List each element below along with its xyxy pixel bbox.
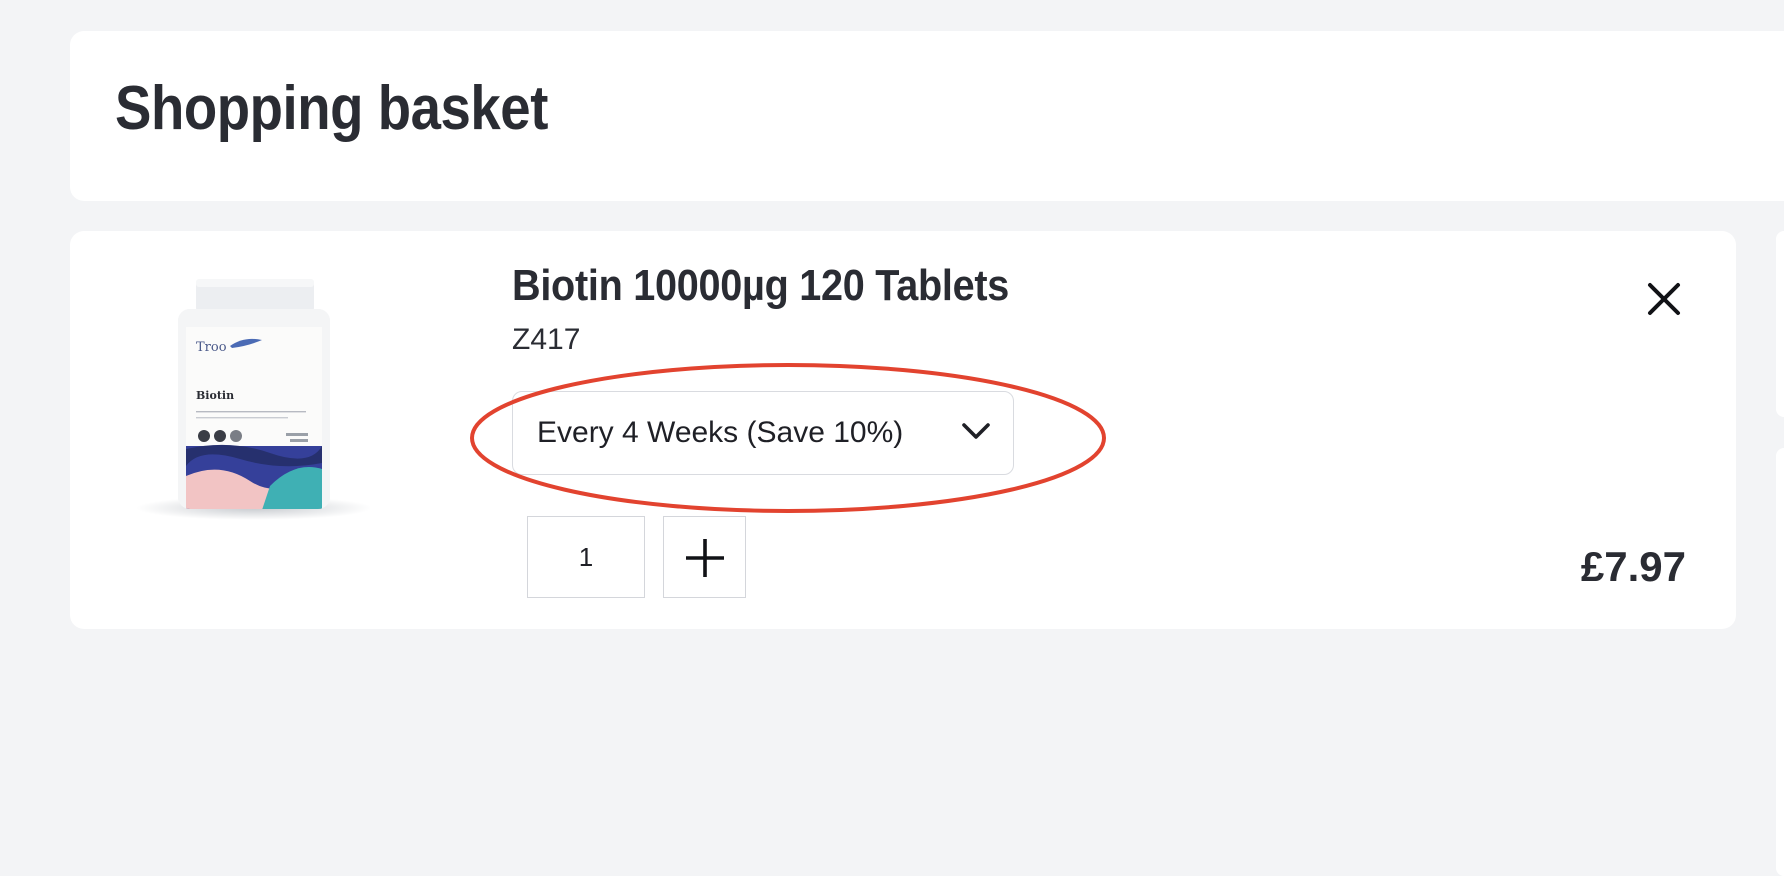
chevron-down-icon: [962, 423, 990, 439]
item-price: £7.97: [1580, 543, 1686, 590]
close-icon: [1648, 283, 1680, 315]
product-image[interactable]: Troo Biotin: [120, 271, 370, 521]
product-sku: Z417: [512, 323, 581, 356]
remove-item-button[interactable]: [1640, 275, 1688, 323]
subscription-frequency-select[interactable]: Every 4 Weeks (Save 10%): [512, 391, 1014, 475]
basket-item-card: Troo Biotin Biotin 10000µg 120 Tablets Z…: [70, 231, 1736, 629]
brand-logo-text: Troo: [196, 340, 227, 355]
page-title: Shopping basket: [115, 74, 548, 143]
bottle-label-text: Biotin: [196, 389, 234, 402]
basket-header-card: Shopping basket: [70, 31, 1784, 201]
increase-quantity-button[interactable]: [663, 516, 746, 598]
plus-icon: [686, 539, 724, 577]
subscription-frequency-value: Every 4 Weeks (Save 10%): [537, 416, 904, 449]
quantity-input[interactable]: 1: [527, 516, 645, 598]
side-panel-edge: [1776, 448, 1784, 876]
side-panel-edge: [1776, 231, 1784, 417]
product-name[interactable]: Biotin 10000µg 120 Tablets: [512, 261, 1009, 311]
